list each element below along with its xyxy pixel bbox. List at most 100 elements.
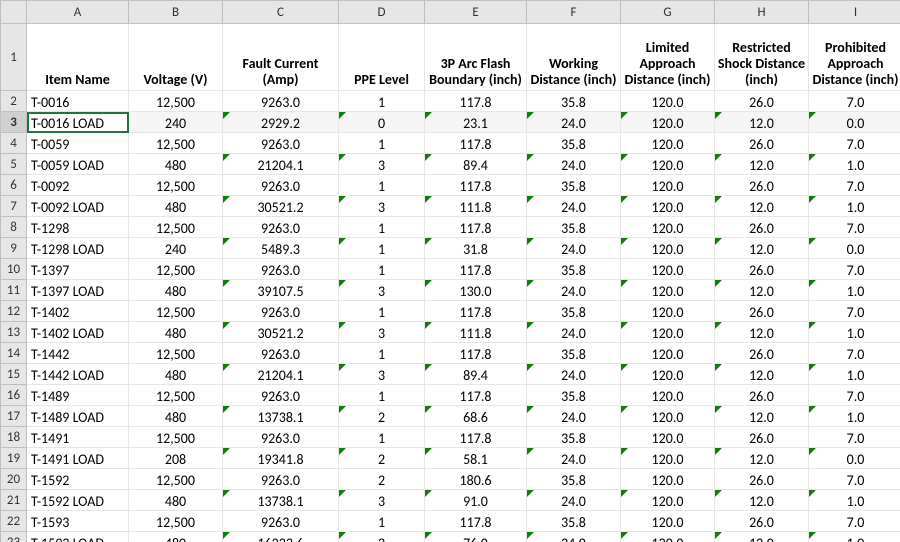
cell-D17[interactable]: 2 <box>339 406 425 427</box>
cell-C11[interactable]: 39107.5 <box>223 280 339 301</box>
cell-F2[interactable]: 35.8 <box>527 91 621 112</box>
cell-B9[interactable]: 240 <box>129 238 223 259</box>
cell-D20[interactable]: 2 <box>339 469 425 490</box>
cell-H22[interactable]: 26.0 <box>715 511 809 532</box>
cell-G17[interactable]: 120.0 <box>621 406 715 427</box>
cell-F7[interactable]: 24.0 <box>527 196 621 217</box>
column-header-I[interactable]: I <box>809 1 900 24</box>
row-header[interactable]: 11 <box>1 280 27 301</box>
cell-E6[interactable]: 117.8 <box>425 175 527 196</box>
cell-H11[interactable]: 12.0 <box>715 280 809 301</box>
cell-G19[interactable]: 120.0 <box>621 448 715 469</box>
cell-F21[interactable]: 24.0 <box>527 490 621 511</box>
cell-F19[interactable]: 24.0 <box>527 448 621 469</box>
column-header-D[interactable]: D <box>339 1 425 24</box>
row-header[interactable]: 21 <box>1 490 27 511</box>
cell-D16[interactable]: 1 <box>339 385 425 406</box>
cell-A13[interactable]: T-1402 LOAD <box>27 322 129 343</box>
row-header[interactable]: 12 <box>1 301 27 322</box>
cell-C16[interactable]: 9263.0 <box>223 385 339 406</box>
cell-A17[interactable]: T-1489 LOAD <box>27 406 129 427</box>
cell-C14[interactable]: 9263.0 <box>223 343 339 364</box>
cell-B15[interactable]: 480 <box>129 364 223 385</box>
cell-C10[interactable]: 9263.0 <box>223 259 339 280</box>
cell-F17[interactable]: 24.0 <box>527 406 621 427</box>
cell-D7[interactable]: 3 <box>339 196 425 217</box>
cell-A18[interactable]: T-1491 <box>27 427 129 448</box>
cell-A11[interactable]: T-1397 LOAD <box>27 280 129 301</box>
cell-D9[interactable]: 1 <box>339 238 425 259</box>
cell-F9[interactable]: 24.0 <box>527 238 621 259</box>
cell-C20[interactable]: 9263.0 <box>223 469 339 490</box>
row-header[interactable]: 20 <box>1 469 27 490</box>
cell-H6[interactable]: 26.0 <box>715 175 809 196</box>
row-header[interactable]: 4 <box>1 133 27 154</box>
cell-G20[interactable]: 120.0 <box>621 469 715 490</box>
row-header[interactable]: 7 <box>1 196 27 217</box>
header-cell[interactable]: Working Distance (inch) <box>527 24 621 91</box>
cell-C23[interactable]: 16233.6 <box>223 532 339 542</box>
column-header-H[interactable]: H <box>715 1 809 24</box>
cell-I9[interactable]: 0.0 <box>809 238 900 259</box>
cell-F20[interactable]: 35.8 <box>527 469 621 490</box>
row-header[interactable]: 17 <box>1 406 27 427</box>
cell-A2[interactable]: T-0016 <box>27 91 129 112</box>
row-header[interactable]: 19 <box>1 448 27 469</box>
cell-G3[interactable]: 120.0 <box>621 112 715 133</box>
cell-F18[interactable]: 35.8 <box>527 427 621 448</box>
cell-H8[interactable]: 26.0 <box>715 217 809 238</box>
cell-I10[interactable]: 7.0 <box>809 259 900 280</box>
cell-E4[interactable]: 117.8 <box>425 133 527 154</box>
cell-D12[interactable]: 1 <box>339 301 425 322</box>
cell-G9[interactable]: 120.0 <box>621 238 715 259</box>
cell-B6[interactable]: 12,500 <box>129 175 223 196</box>
cell-E2[interactable]: 117.8 <box>425 91 527 112</box>
cell-B2[interactable]: 12,500 <box>129 91 223 112</box>
cell-I23[interactable]: 1.0 <box>809 532 900 542</box>
cell-H9[interactable]: 12.0 <box>715 238 809 259</box>
cell-F13[interactable]: 24.0 <box>527 322 621 343</box>
cell-E8[interactable]: 117.8 <box>425 217 527 238</box>
cell-E11[interactable]: 130.0 <box>425 280 527 301</box>
cell-F15[interactable]: 24.0 <box>527 364 621 385</box>
cell-C6[interactable]: 9263.0 <box>223 175 339 196</box>
cell-C4[interactable]: 9263.0 <box>223 133 339 154</box>
row-header[interactable]: 22 <box>1 511 27 532</box>
cell-G22[interactable]: 120.0 <box>621 511 715 532</box>
cell-B11[interactable]: 480 <box>129 280 223 301</box>
cell-I11[interactable]: 1.0 <box>809 280 900 301</box>
cell-D3[interactable]: 0 <box>339 112 425 133</box>
cell-F8[interactable]: 35.8 <box>527 217 621 238</box>
cell-I20[interactable]: 7.0 <box>809 469 900 490</box>
cell-C18[interactable]: 9263.0 <box>223 427 339 448</box>
cell-B14[interactable]: 12,500 <box>129 343 223 364</box>
cell-B16[interactable]: 12,500 <box>129 385 223 406</box>
row-header[interactable]: 23 <box>1 532 27 542</box>
cell-E18[interactable]: 117.8 <box>425 427 527 448</box>
cell-A19[interactable]: T-1491 LOAD <box>27 448 129 469</box>
column-header-C[interactable]: C <box>223 1 339 24</box>
cell-G13[interactable]: 120.0 <box>621 322 715 343</box>
cell-G16[interactable]: 120.0 <box>621 385 715 406</box>
cell-H12[interactable]: 26.0 <box>715 301 809 322</box>
cell-E15[interactable]: 89.4 <box>425 364 527 385</box>
cell-A15[interactable]: T-1442 LOAD <box>27 364 129 385</box>
cell-G7[interactable]: 120.0 <box>621 196 715 217</box>
row-header[interactable]: 14 <box>1 343 27 364</box>
cell-C22[interactable]: 9263.0 <box>223 511 339 532</box>
cell-A3[interactable]: T-0016 LOAD <box>27 112 129 133</box>
cell-E17[interactable]: 68.6 <box>425 406 527 427</box>
cell-C21[interactable]: 13738.1 <box>223 490 339 511</box>
cell-A12[interactable]: T-1402 <box>27 301 129 322</box>
cell-F16[interactable]: 35.8 <box>527 385 621 406</box>
cell-A20[interactable]: T-1592 <box>27 469 129 490</box>
cell-A5[interactable]: T-0059 LOAD <box>27 154 129 175</box>
cell-D2[interactable]: 1 <box>339 91 425 112</box>
cell-D5[interactable]: 3 <box>339 154 425 175</box>
cell-H10[interactable]: 26.0 <box>715 259 809 280</box>
header-cell[interactable]: Prohibited Approach Distance (inch) <box>809 24 900 91</box>
cell-E23[interactable]: 76.0 <box>425 532 527 542</box>
cell-A9[interactable]: T-1298 LOAD <box>27 238 129 259</box>
cell-H3[interactable]: 12.0 <box>715 112 809 133</box>
cell-G21[interactable]: 120.0 <box>621 490 715 511</box>
